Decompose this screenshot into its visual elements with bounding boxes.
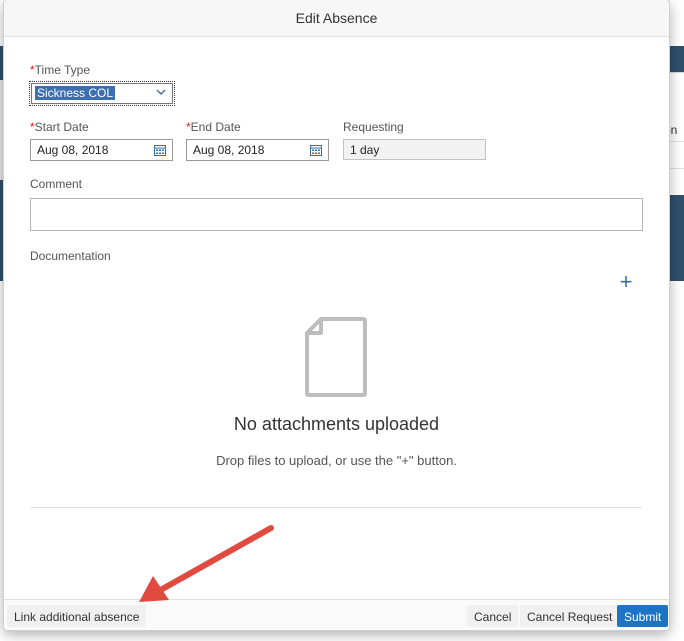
dialog-title: Edit Absence [4, 0, 669, 37]
chevron-down-icon [156, 89, 166, 95]
link-additional-absence-button[interactable]: Link additional absence [7, 605, 147, 627]
requesting-value: 1 day [350, 143, 380, 157]
cancel-request-button[interactable]: Cancel Request [520, 605, 620, 627]
documentation-label: Documentation [30, 249, 111, 263]
start-date-value: Aug 08, 2018 [37, 143, 109, 157]
no-attachments-title: No attachments uploaded [233, 414, 440, 434]
end-date-label-text: End Date [190, 120, 241, 134]
requesting-label: Requesting [343, 120, 404, 134]
requesting-value-field: 1 day [343, 139, 486, 160]
documentation-divider [30, 507, 642, 508]
submit-button[interactable]: Submit [617, 605, 669, 627]
calendar-icon[interactable] [310, 144, 322, 156]
time-type-label-text: Time Type [34, 63, 91, 77]
no-attachments-subtitle: Drop files to upload, or use the "+" but… [216, 453, 457, 468]
start-date-label-text: Start Date [34, 120, 89, 134]
time-type-select[interactable]: Sickness COL [29, 81, 175, 106]
edit-absence-dialog: Edit Absence *Time Type Sickness COL *St… [4, 0, 669, 630]
end-date-label: *End Date [186, 120, 241, 134]
comment-input[interactable] [30, 198, 643, 231]
comment-label: Comment [30, 177, 83, 191]
start-date-field[interactable]: Aug 08, 2018 [30, 139, 173, 161]
dialog-footer: Link additional absence Cancel Cancel Re… [4, 599, 669, 630]
annotation-arrow [139, 525, 274, 602]
calendar-icon[interactable] [154, 144, 166, 156]
end-date-field[interactable]: Aug 08, 2018 [186, 139, 329, 161]
end-date-value: Aug 08, 2018 [193, 143, 265, 157]
document-icon [305, 317, 367, 397]
add-attachment-button[interactable]: + [616, 269, 636, 294]
plus-icon: + [619, 269, 633, 294]
cancel-button[interactable]: Cancel [467, 605, 519, 627]
start-date-label: *Start Date [30, 120, 89, 134]
time-type-value: Sickness COL [35, 86, 116, 100]
time-type-label: *Time Type [30, 63, 90, 77]
